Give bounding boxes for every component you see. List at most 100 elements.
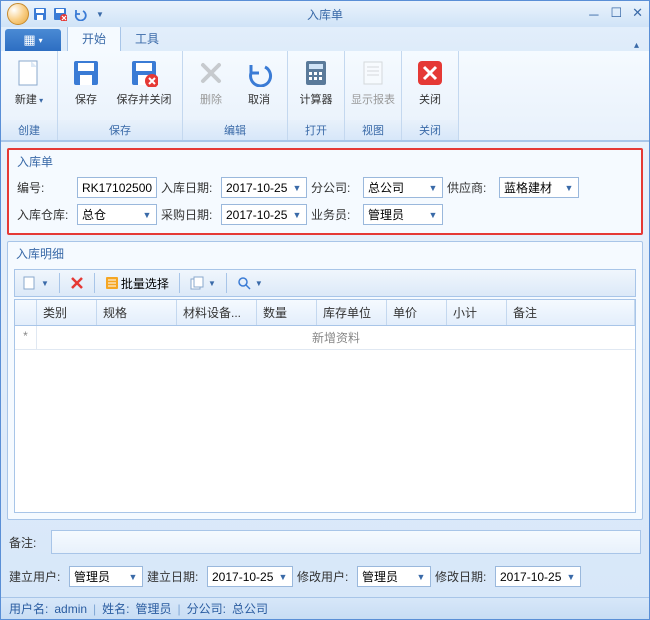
col-subtotal[interactable]: 小计 (447, 300, 507, 325)
tool-copy-button[interactable]: ▼ (186, 272, 220, 294)
file-menu-button[interactable]: ▦▾ (5, 29, 61, 51)
chevron-down-icon[interactable]: ▼ (414, 572, 428, 582)
report-icon (357, 57, 389, 89)
qat-save-icon[interactable] (31, 5, 49, 23)
tool-search-button[interactable]: ▼ (233, 272, 267, 294)
app-orb-button[interactable] (7, 3, 29, 25)
mod-date-combo[interactable]: 2017-10-25▼ (495, 566, 581, 587)
chevron-down-icon[interactable]: ▼ (290, 210, 304, 220)
group-open-label: 打开 (288, 120, 344, 140)
save-icon (70, 57, 102, 89)
separator (226, 273, 227, 293)
save-button[interactable]: 保存 (62, 53, 110, 120)
delete-label: 删除 (200, 91, 222, 107)
group-close: 关闭 关闭 (402, 51, 459, 140)
show-report-button[interactable]: 显示报表 (349, 53, 397, 120)
footer-row: 建立用户: 管理员▼ 建立日期: 2017-10-25▼ 修改用户: 管理员▼ … (7, 564, 643, 591)
tool-new-button[interactable]: ▼ (19, 272, 53, 294)
ribbon-collapse-icon[interactable]: ▴ (634, 40, 639, 51)
close-icon (414, 57, 446, 89)
chevron-down-icon: ▼ (255, 279, 263, 288)
save-close-label: 保存并关闭 (117, 91, 172, 107)
indate-value: 2017-10-25 (226, 181, 290, 195)
code-input[interactable] (77, 177, 157, 198)
group-view: 显示报表 视图 (345, 51, 402, 140)
chevron-down-icon[interactable]: ▼ (140, 210, 154, 220)
status-name-value: 管理员 (136, 600, 172, 617)
qat-dropdown-icon[interactable]: ▼ (91, 5, 109, 23)
group-view-label: 视图 (345, 120, 401, 140)
status-branch-label: 分公司: (187, 600, 226, 617)
col-spec[interactable]: 规格 (97, 300, 177, 325)
chevron-down-icon[interactable]: ▼ (564, 572, 578, 582)
new-row-text: 新增资料 (37, 326, 635, 349)
chevron-down-icon[interactable]: ▼ (290, 183, 304, 193)
separator: | (93, 602, 96, 616)
tab-tools[interactable]: 工具 (121, 26, 173, 51)
minimize-button[interactable]: － (587, 5, 600, 24)
delete-button[interactable]: 删除 (187, 53, 235, 120)
create-date-combo[interactable]: 2017-10-25▼ (207, 566, 293, 587)
chevron-down-icon[interactable]: ▼ (276, 572, 290, 582)
new-button[interactable]: 新建 ▾ (5, 53, 53, 120)
batch-select-label: 批量选择 (121, 275, 169, 292)
remark-label: 备注: (9, 534, 45, 551)
chevron-down-icon[interactable]: ▼ (426, 210, 440, 220)
indate-combo[interactable]: 2017-10-25▼ (221, 177, 307, 198)
chevron-down-icon[interactable]: ▼ (126, 572, 140, 582)
calculator-button[interactable]: 计算器 (292, 53, 340, 120)
clerk-value: 管理员 (368, 206, 426, 223)
supplier-combo[interactable]: 蓝格建材▼ (499, 177, 579, 198)
col-price[interactable]: 单价 (387, 300, 447, 325)
qat-undo-icon[interactable] (71, 5, 89, 23)
group-create: 新建 ▾ 创建 (1, 51, 58, 140)
col-remark[interactable]: 备注 (507, 300, 635, 325)
ribbon-bar: ▦▾ 开始 工具 ▴ 新建 ▾ 创建 保存 (1, 27, 649, 142)
separator (59, 273, 60, 293)
new-row[interactable]: * 新增资料 (15, 326, 635, 350)
close-window-button[interactable]: ✕ (632, 5, 643, 24)
col-unit[interactable]: 库存单位 (317, 300, 387, 325)
tool-delete-button[interactable] (66, 272, 88, 294)
row-selector-header[interactable] (15, 300, 37, 325)
purdate-combo[interactable]: 2017-10-25▼ (221, 204, 307, 225)
maximize-button[interactable]: ☐ (610, 5, 622, 24)
qat-save-close-icon[interactable] (51, 5, 69, 23)
calculator-icon (300, 57, 332, 89)
wh-value: 总仓 (82, 206, 140, 223)
calculator-label: 计算器 (300, 91, 333, 107)
app-window: ▼ 入库单 － ☐ ✕ ▦▾ 开始 工具 ▴ 新建 ▾ 创建 (0, 0, 650, 620)
chevron-down-icon[interactable]: ▼ (562, 183, 576, 193)
col-category[interactable]: 类别 (37, 300, 97, 325)
quick-access-toolbar: ▼ (7, 3, 109, 25)
create-date-value: 2017-10-25 (212, 570, 276, 584)
clerk-combo[interactable]: 管理员▼ (363, 204, 443, 225)
cancel-label: 取消 (248, 91, 270, 107)
ribbon-groups: 新建 ▾ 创建 保存 保存并关闭 保存 (1, 51, 649, 141)
group-open: 计算器 打开 (288, 51, 345, 140)
col-material[interactable]: 材料设备... (177, 300, 257, 325)
chevron-down-icon: ▼ (41, 279, 49, 288)
cancel-button[interactable]: 取消 (235, 53, 283, 120)
tool-batch-button[interactable]: 批量选择 (101, 272, 173, 294)
grid: 类别 规格 材料设备... 数量 库存单位 单价 小计 备注 * 新增资料 (14, 299, 636, 513)
create-user-combo[interactable]: 管理员▼ (69, 566, 143, 587)
tab-start[interactable]: 开始 (67, 25, 121, 51)
group-save-label: 保存 (58, 120, 182, 140)
wh-combo[interactable]: 总仓▼ (77, 204, 157, 225)
detail-toolbar: ▼ 批量选择 ▼ ▼ (14, 269, 636, 297)
chevron-down-icon[interactable]: ▼ (426, 183, 440, 193)
grid-body[interactable]: * 新增资料 (15, 326, 635, 512)
status-user-value: admin (54, 602, 87, 616)
window-buttons: － ☐ ✕ (587, 5, 643, 24)
save-close-button[interactable]: 保存并关闭 (110, 53, 178, 120)
create-user-label: 建立用户: (9, 568, 65, 585)
new-row-indicator: * (15, 326, 37, 349)
remark-input[interactable] (51, 530, 641, 554)
col-qty[interactable]: 数量 (257, 300, 317, 325)
separator (179, 273, 180, 293)
close-button[interactable]: 关闭 (406, 53, 454, 120)
branch-combo[interactable]: 总公司▼ (363, 177, 443, 198)
detail-panel: 入库明细 ▼ 批量选择 ▼ ▼ 类别 规格 材料设备... 数量 (7, 241, 643, 520)
mod-user-combo[interactable]: 管理员▼ (357, 566, 431, 587)
